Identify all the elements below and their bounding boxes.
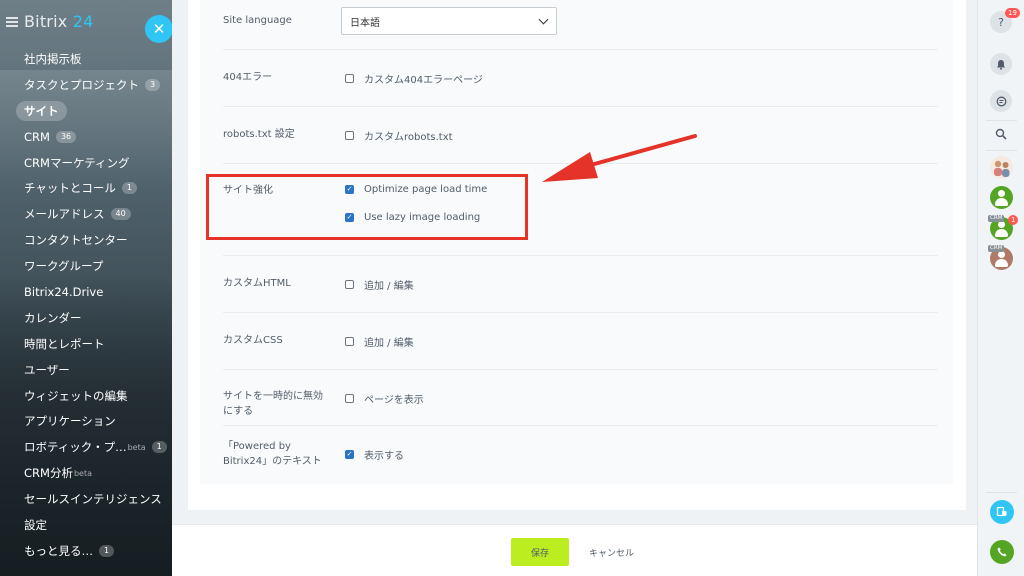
sidebar-item-sites[interactable]: サイト bbox=[0, 98, 172, 124]
crm-tag: CRM bbox=[988, 215, 1005, 222]
row-404: 404エラー カスタム404エラーページ bbox=[223, 50, 938, 107]
row-custom-css: カスタムCSS 追加 / 編集 bbox=[223, 313, 938, 370]
beta-tag: beta bbox=[127, 442, 146, 452]
form-footer: 保存 キャンセル bbox=[172, 524, 977, 576]
sidebar-item-crm[interactable]: CRM 36 bbox=[0, 124, 172, 150]
sidebar-item-time-reports[interactable]: 時間とレポート bbox=[0, 331, 172, 357]
menu-burger-icon[interactable] bbox=[6, 16, 18, 27]
error404-option-label: カスタム404エラーページ bbox=[364, 75, 483, 86]
rightbar-divider bbox=[986, 150, 1017, 151]
row-powered-by: 「Powered by Bitrix24」のテキスト ✓ 表示する bbox=[223, 426, 938, 484]
row-custom-html: カスタムHTML 追加 / 編集 bbox=[223, 256, 938, 313]
sidebar-item-widgets[interactable]: ウィジェットの編集 bbox=[0, 383, 172, 409]
counter-badge: 1 bbox=[99, 544, 115, 557]
group-avatar[interactable] bbox=[990, 156, 1013, 179]
sidebar-item-sales-intelligence[interactable]: セールスインテリジェンス bbox=[0, 486, 172, 512]
sidebar-item-tasks[interactable]: タスクとプロジェクト 3 bbox=[0, 72, 172, 98]
settings-card: Site language 日本語 404エラー カスタム404エラーページ r… bbox=[188, 0, 966, 510]
counter-badge: 1 bbox=[121, 182, 137, 195]
row-site-language: Site language 日本語 bbox=[223, 0, 938, 50]
disable-option-label: ページを表示 bbox=[364, 395, 424, 406]
powered-label-line2: Bitrix24」のテキスト bbox=[223, 456, 322, 467]
logo-row: Bitrix 24 bbox=[6, 12, 93, 31]
counter-badge: 1 bbox=[151, 441, 167, 454]
custom-css-checkbox[interactable] bbox=[345, 337, 354, 346]
highlight-box bbox=[206, 174, 528, 240]
error404-checkbox[interactable] bbox=[345, 74, 354, 83]
robots-option[interactable]: カスタムrobots.txt bbox=[345, 128, 453, 143]
bitrix-logo[interactable]: Bitrix 24 bbox=[24, 12, 93, 31]
custom-css-option-label: 追加 / 編集 bbox=[364, 338, 414, 349]
custom-html-checkbox[interactable] bbox=[345, 280, 354, 289]
left-sidebar: Bitrix 24 社内掲示板 タスクとプロジェクト 3 サイト CRM 36 CR… bbox=[0, 0, 172, 576]
sidebar-item-news[interactable]: 社内掲示板 bbox=[0, 46, 172, 72]
row-disable-site: サイトを一時的に無効 にする ページを表示 bbox=[223, 370, 938, 426]
cancel-button[interactable]: キャンセル bbox=[589, 538, 634, 566]
user-avatar-green[interactable] bbox=[990, 186, 1013, 209]
sidebar-item-calendar[interactable]: カレンダー bbox=[0, 305, 172, 331]
sidebar-item-mail[interactable]: メールアドレス 40 bbox=[0, 201, 172, 227]
help-badge: 19 bbox=[1005, 8, 1020, 18]
disable-checkbox[interactable] bbox=[345, 394, 354, 403]
sidebar-item-drive[interactable]: Bitrix24.Drive bbox=[0, 279, 172, 305]
powered-option-label: 表示する bbox=[364, 451, 404, 462]
crm-tag: CRM bbox=[988, 245, 1005, 252]
custom-html-option-label: 追加 / 編集 bbox=[364, 281, 414, 292]
counter-badge: 36 bbox=[55, 130, 77, 143]
close-slider-button[interactable]: ✕ bbox=[145, 15, 173, 43]
sidebar-item-users[interactable]: ユーザー bbox=[0, 357, 172, 383]
sidebar-item-crm-analytics[interactable]: CRM分析 beta bbox=[0, 460, 172, 486]
sidebar-item-chat[interactable]: チャットとコール 1 bbox=[0, 175, 172, 201]
custom-css-label: カスタムCSS bbox=[223, 335, 283, 346]
search-icon[interactable] bbox=[990, 123, 1012, 145]
settings-form: Site language 日本語 404エラー カスタム404エラーページ r… bbox=[200, 0, 953, 484]
sidebar-item-contact-center[interactable]: コンタクトセンター bbox=[0, 227, 172, 253]
annotation-arrow-icon bbox=[542, 134, 697, 182]
disable-label-line1: サイトを一時的に無効 bbox=[223, 391, 323, 402]
open-lines-icon[interactable] bbox=[990, 500, 1014, 524]
error404-label: 404エラー bbox=[223, 72, 273, 83]
custom-html-label: カスタムHTML bbox=[223, 278, 291, 289]
sidebar-item-more[interactable]: もっと見る… 1 bbox=[0, 538, 172, 564]
powered-checkbox[interactable]: ✓ bbox=[345, 450, 354, 459]
error404-option[interactable]: カスタム404エラーページ bbox=[345, 71, 483, 86]
counter-badge: 40 bbox=[110, 208, 131, 221]
main-panel: Site language 日本語 404エラー カスタム404エラーページ r… bbox=[172, 0, 977, 576]
site-language-value: 日本語 bbox=[350, 17, 380, 29]
close-icon: ✕ bbox=[152, 20, 166, 38]
right-toolbar: ? 19 CRM 1 CRM bbox=[977, 0, 1024, 576]
phone-icon[interactable] bbox=[990, 540, 1014, 564]
rightbar-divider bbox=[986, 492, 1017, 493]
sidebar-item-applications[interactable]: アプリケーション bbox=[0, 408, 172, 434]
site-language-select[interactable]: 日本語 bbox=[341, 7, 557, 35]
custom-html-option[interactable]: 追加 / 編集 bbox=[345, 277, 414, 292]
custom-css-option[interactable]: 追加 / 編集 bbox=[345, 334, 414, 349]
sidebar-item-workgroups[interactable]: ワークグループ bbox=[0, 253, 172, 279]
powered-option[interactable]: ✓ 表示する bbox=[345, 447, 404, 462]
chevron-down-icon bbox=[538, 14, 549, 25]
robots-checkbox[interactable] bbox=[345, 131, 354, 140]
crm-badge: 1 bbox=[1008, 215, 1019, 225]
robots-option-label: カスタムrobots.txt bbox=[364, 132, 453, 143]
counter-badge: 3 bbox=[145, 78, 161, 91]
site-language-label: Site language bbox=[223, 15, 292, 26]
sidebar-item-crm-marketing[interactable]: CRMマーケティング bbox=[0, 150, 172, 176]
disable-label-line2: にする bbox=[223, 406, 254, 417]
save-button[interactable]: 保存 bbox=[511, 538, 569, 566]
sidebar-item-settings[interactable]: 設定 bbox=[0, 512, 172, 538]
disable-option[interactable]: ページを表示 bbox=[345, 391, 424, 406]
bell-icon[interactable] bbox=[990, 53, 1012, 75]
chat-icon[interactable] bbox=[990, 90, 1012, 112]
powered-label-line1: 「Powered by bbox=[223, 441, 291, 452]
robots-label: robots.txt 設定 bbox=[223, 129, 295, 140]
sidebar-item-rpa[interactable]: ロボティック・プ… beta 1 bbox=[0, 434, 172, 460]
rightbar-divider bbox=[986, 120, 1017, 121]
beta-tag: beta bbox=[73, 468, 92, 478]
sidebar-menu: 社内掲示板 タスクとプロジェクト 3 サイト CRM 36 CRMマーケティング チ… bbox=[0, 46, 172, 564]
